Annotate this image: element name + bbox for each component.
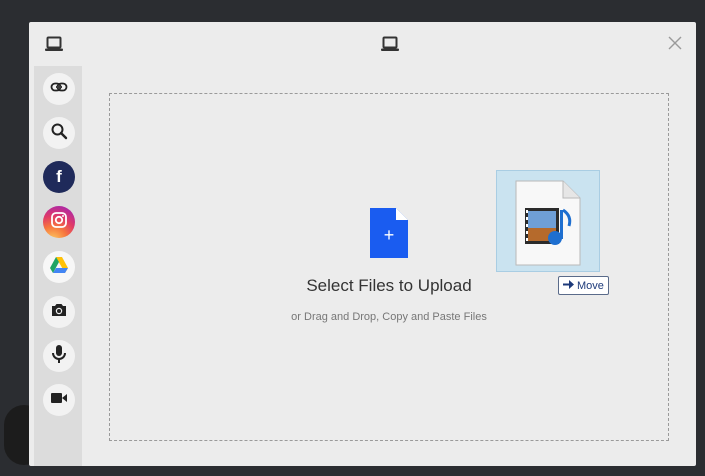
video-icon (50, 391, 68, 410)
upload-subtitle: or Drag and Drop, Copy and Paste Files (291, 311, 487, 323)
laptop-icon (381, 36, 399, 57)
upload-modal: f + Select Files to Upload or Drag and D… (29, 22, 696, 466)
source-sidebar: f (34, 66, 82, 466)
google-drive-source-button[interactable] (43, 251, 75, 283)
camera-icon (50, 302, 68, 323)
modal-header (29, 22, 696, 66)
close-icon[interactable] (664, 32, 686, 54)
video-source-button[interactable] (43, 384, 75, 416)
link-source-button[interactable] (43, 73, 75, 105)
microphone-source-button[interactable] (43, 340, 75, 372)
instagram-icon (50, 211, 68, 234)
search-icon (50, 122, 68, 145)
media-file-icon (515, 180, 581, 271)
link-icon (50, 78, 68, 101)
move-label: Move (577, 279, 604, 292)
laptop-icon[interactable] (45, 36, 63, 57)
upload-title[interactable]: Select Files to Upload (259, 276, 519, 296)
microphone-icon (51, 344, 67, 369)
facebook-icon: f (56, 167, 62, 186)
instagram-source-button[interactable] (43, 206, 75, 238)
camera-source-button[interactable] (43, 296, 75, 328)
add-file-icon[interactable]: + (370, 208, 408, 263)
plus-glyph: + (383, 225, 395, 245)
search-source-button[interactable] (43, 117, 75, 149)
drag-ghost (496, 170, 600, 272)
move-tooltip: Move (558, 276, 609, 295)
google-drive-icon (49, 256, 69, 279)
facebook-source-button[interactable]: f (43, 161, 75, 193)
arrow-right-icon (563, 279, 574, 292)
